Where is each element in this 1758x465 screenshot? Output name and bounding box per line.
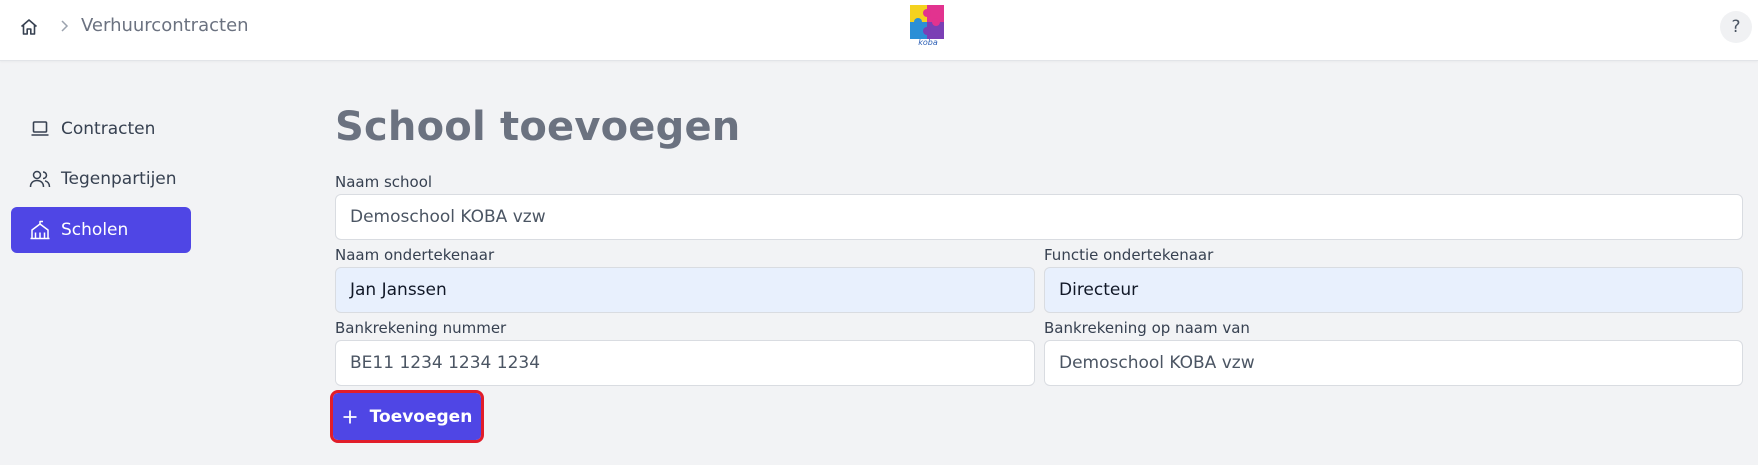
school-name-input[interactable]: Demoschool KOBA vzw: [335, 194, 1743, 240]
sidebar-item-label: Tegenpartijen: [61, 169, 177, 189]
signer-function-input[interactable]: Directeur: [1044, 267, 1743, 313]
svg-text:koba: koba: [918, 38, 938, 47]
laptop-icon: [29, 118, 51, 140]
sidebar-item-scholen[interactable]: Scholen: [11, 207, 191, 253]
add-school-button-label: Toevoegen: [369, 406, 473, 427]
sidebar-item-label: Contracten: [61, 119, 156, 139]
page-title: School toevoegen: [335, 104, 741, 150]
breadcrumb-current[interactable]: Verhuurcontracten: [81, 15, 249, 37]
bank-number-input[interactable]: BE11 1234 1234 1234: [335, 340, 1035, 386]
sidebar-item-label: Scholen: [61, 220, 129, 240]
plus-icon: [342, 409, 358, 425]
add-school-button[interactable]: Toevoegen: [330, 390, 484, 443]
school-name-label: Naam school: [335, 173, 433, 191]
signer-function-label: Functie ondertekenaar: [1044, 246, 1214, 264]
sidebar-item-tegenpartijen[interactable]: Tegenpartijen: [11, 156, 191, 202]
home-icon[interactable]: [16, 14, 42, 40]
signer-name-input[interactable]: Jan Janssen: [335, 267, 1035, 313]
school-building-icon: [29, 219, 51, 241]
help-button[interactable]: ?: [1720, 11, 1752, 43]
sidebar-item-contracten[interactable]: Contracten: [11, 106, 191, 152]
bank-number-label: Bankrekening nummer: [335, 319, 507, 337]
users-icon: [29, 168, 51, 190]
koba-logo: koba: [908, 3, 948, 47]
bank-holder-label: Bankrekening op naam van: [1044, 319, 1250, 337]
top-bar: Verhuurcontracten koba ?: [0, 0, 1758, 61]
chevron-right-icon: [57, 16, 71, 36]
bank-holder-input[interactable]: Demoschool KOBA vzw: [1044, 340, 1743, 386]
signer-name-label: Naam ondertekenaar: [335, 246, 495, 264]
